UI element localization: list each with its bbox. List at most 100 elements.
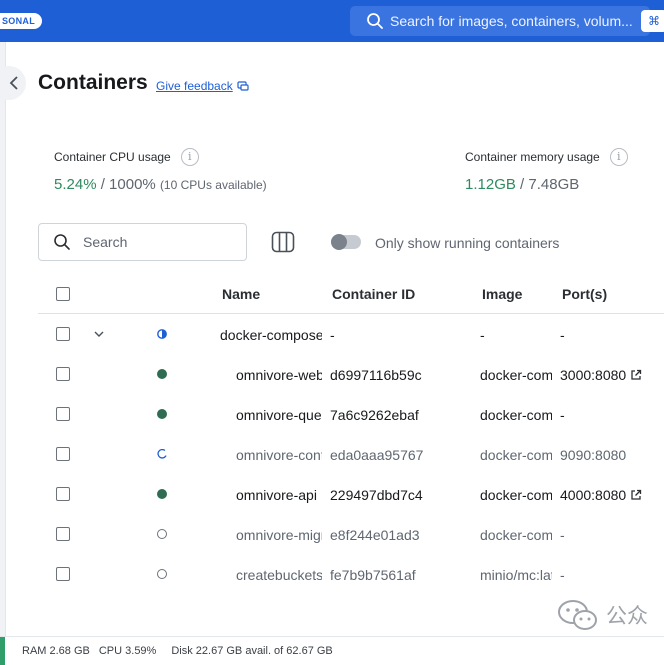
table-row[interactable]: createbuckets fe7b9b7561af minio/mc:late… xyxy=(38,554,664,594)
cpu-usage-total: / 1000% xyxy=(100,176,156,193)
container-name[interactable]: omnivore-content xyxy=(236,447,322,463)
container-image: docker-compose xyxy=(480,527,552,543)
info-icon[interactable]: i xyxy=(609,148,628,166)
plan-badge: SONAL xyxy=(0,13,42,29)
global-search-input[interactable]: Search for images, containers, volum... xyxy=(350,6,650,36)
wechat-icon xyxy=(558,600,597,630)
disk-usage: Disk 22.67 GB avail. of 62.67 GB xyxy=(171,645,333,657)
chevron-down-icon[interactable] xyxy=(94,330,104,338)
partial-status-icon xyxy=(157,329,167,339)
container-name[interactable]: omnivore-queue xyxy=(236,407,322,423)
info-icon[interactable]: i xyxy=(180,148,199,166)
column-container-id[interactable]: Container ID xyxy=(332,286,415,302)
ports-text: 4000:8080 xyxy=(560,487,627,503)
table-row[interactable]: omnivore-api 229497dbd7c4 docker-compose… xyxy=(38,474,664,514)
search-icon xyxy=(367,13,383,29)
ports-text: 3000:8080 xyxy=(560,367,627,383)
container-id: eda0aaa95767 xyxy=(330,447,424,463)
running-only-toggle[interactable] xyxy=(331,234,361,250)
external-link-icon[interactable] xyxy=(630,489,642,501)
table-row[interactable]: omnivore-queue 7a6c9262ebaf docker-compo… xyxy=(38,394,664,434)
container-name[interactable]: omnivore-migrate xyxy=(236,527,322,543)
select-all-checkbox[interactable] xyxy=(56,287,70,301)
container-id: d6997116b59c xyxy=(330,367,422,383)
table-row[interactable]: omnivore-web d6997116b59c docker-compose… xyxy=(38,354,664,394)
container-id: fe7b9b7561af xyxy=(330,567,416,583)
container-id: - xyxy=(330,327,335,343)
cpu-usage-stat: Container CPU usage i 5.24% / 1000% (10 … xyxy=(54,148,267,193)
running-status-icon xyxy=(157,489,167,499)
starting-status-icon xyxy=(157,449,167,459)
table-row[interactable]: docker-compose - - - xyxy=(38,314,664,354)
container-ports[interactable]: 3000:8080 xyxy=(560,367,664,383)
search-icon xyxy=(54,234,70,250)
cpu-usage-value: 5.24% xyxy=(54,176,97,193)
search-input[interactable] xyxy=(83,234,223,250)
ports-text: - xyxy=(560,527,565,543)
give-feedback-link[interactable]: Give feedback xyxy=(156,79,249,93)
container-image: minio/mc:latest xyxy=(480,567,552,583)
column-ports[interactable]: Port(s) xyxy=(562,286,607,302)
row-checkbox[interactable] xyxy=(56,487,70,501)
row-checkbox[interactable] xyxy=(56,567,70,581)
status-bar: RAM 2.68 GB CPU 3.59% Disk 22.67 GB avai… xyxy=(0,636,664,665)
container-name[interactable]: omnivore-web xyxy=(236,367,322,383)
global-search-placeholder: Search for images, containers, volum... xyxy=(390,13,633,29)
container-name[interactable]: omnivore-api xyxy=(236,487,322,503)
watermark-text: 公众 xyxy=(606,605,648,628)
container-id: 229497dbd7c4 xyxy=(330,487,423,503)
toggle-knob xyxy=(331,234,347,250)
chevron-left-icon xyxy=(9,76,18,90)
cpu-count-note: (10 CPUs available) xyxy=(159,178,267,192)
shortcut-key: ⌘ xyxy=(641,10,664,32)
container-id: e8f244e01ad3 xyxy=(330,527,420,543)
ram-usage: RAM 2.68 GB xyxy=(22,645,90,657)
container-ports: - xyxy=(560,527,664,543)
row-checkbox[interactable] xyxy=(56,367,70,381)
container-ports: - xyxy=(560,407,664,423)
group-name: docker-compose xyxy=(220,327,322,343)
row-checkbox[interactable] xyxy=(56,527,70,541)
running-status-icon xyxy=(157,409,167,419)
memory-usage-stat: Container memory usage i 1.12GB / 7.48GB xyxy=(465,148,628,193)
engine-status-indicator xyxy=(0,636,5,665)
page-title: Containers xyxy=(38,71,148,94)
container-image: - xyxy=(480,327,485,343)
column-image[interactable]: Image xyxy=(482,286,522,302)
container-ports: - xyxy=(560,567,664,583)
container-ports: - xyxy=(560,327,664,343)
row-checkbox[interactable] xyxy=(56,327,70,341)
ports-text: - xyxy=(560,407,565,423)
container-name[interactable]: createbuckets xyxy=(236,567,322,583)
table-row[interactable]: omnivore-content eda0aaa95767 docker-com… xyxy=(38,434,664,474)
ports-text: 9090:8080 xyxy=(560,447,627,463)
container-image: docker-compose xyxy=(480,367,552,383)
sidebar-edge xyxy=(0,42,6,636)
memory-usage-value: 1.12GB xyxy=(465,176,516,193)
container-ports: 9090:8080 xyxy=(560,447,664,463)
container-ports[interactable]: 4000:8080 xyxy=(560,487,664,503)
watermark: 公众 xyxy=(556,596,664,634)
running-status-icon xyxy=(157,369,167,379)
row-checkbox[interactable] xyxy=(56,407,70,421)
cpu-usage: CPU 3.59% xyxy=(98,645,157,657)
columns-icon[interactable] xyxy=(271,231,295,253)
cpu-usage-label: Container CPU usage xyxy=(54,150,171,164)
table-header: Name Container ID Image Port(s) xyxy=(38,274,664,314)
memory-usage-label: Container memory usage xyxy=(465,150,600,164)
container-id: 7a6c9262ebaf xyxy=(330,407,419,423)
give-feedback-label: Give feedback xyxy=(156,79,233,93)
collapse-sidebar-button[interactable] xyxy=(0,66,26,100)
column-name[interactable]: Name xyxy=(222,286,260,302)
external-link-icon[interactable] xyxy=(630,369,642,381)
table-row[interactable]: omnivore-migrate e8f244e01ad3 docker-com… xyxy=(38,514,664,554)
exited-status-icon xyxy=(157,529,167,539)
exited-status-icon xyxy=(157,569,167,579)
row-checkbox[interactable] xyxy=(56,447,70,461)
container-image: docker-compose xyxy=(480,407,552,423)
ports-text: - xyxy=(560,327,565,343)
container-search[interactable] xyxy=(38,223,247,261)
container-name[interactable]: docker-compose xyxy=(220,327,322,343)
container-image: docker-compose xyxy=(480,447,552,463)
container-image: docker-compose xyxy=(480,487,552,503)
